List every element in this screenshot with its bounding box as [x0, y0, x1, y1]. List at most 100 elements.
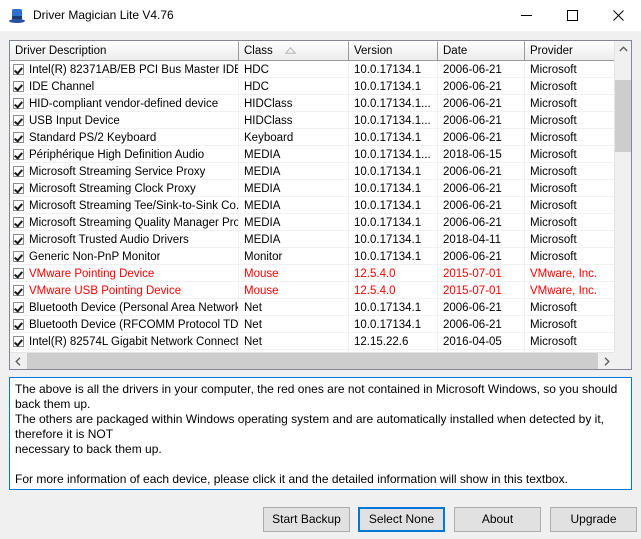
cell-provider: Microsoft — [525, 316, 615, 333]
table-row[interactable]: Bluetooth Device (RFCOMM Protocol TDI) Ne… — [10, 316, 615, 333]
cell-date: 2016-04-05 — [438, 333, 525, 350]
cell-provider: Microsoft — [525, 78, 615, 95]
row-checkbox[interactable] — [13, 64, 24, 75]
cell-provider: Microsoft — [525, 248, 615, 265]
table-row[interactable]: Standard PS/2 Keyboard Keyboard 10.0.17134… — [10, 129, 615, 146]
row-checkbox[interactable] — [13, 200, 24, 211]
about-button[interactable]: About — [454, 507, 541, 532]
row-checkbox[interactable] — [13, 319, 24, 330]
column-header-class-label: Class — [244, 45, 273, 57]
cell-date: 2015-07-01 — [438, 265, 525, 282]
cell-version: 12.5.4.0 — [349, 282, 438, 299]
table-row[interactable]: Microsoft Streaming Service Proxy MEDIA 10… — [10, 163, 615, 180]
start-backup-button[interactable]: Start Backup — [263, 507, 350, 532]
cell-description: Microsoft Streaming Tee/Sink-to-Sink Co.… — [10, 197, 239, 214]
cell-class: Keyboard — [239, 129, 349, 146]
cell-provider: Microsoft — [525, 146, 615, 163]
column-header-date[interactable]: Date — [438, 41, 525, 61]
cell-class: HDC — [239, 78, 349, 95]
row-description-label: Intel(R) 82574L Gigabit Network Connecti… — [29, 335, 238, 348]
cell-description: Intel(R) 82574L Gigabit Network Connecti… — [10, 333, 239, 350]
row-checkbox[interactable] — [13, 285, 24, 296]
table-row[interactable]: VMware Pointing Device Mouse 12.5.4.0 2015-… — [10, 265, 615, 282]
table-row[interactable]: Intel(R) 82371AB/EB PCI Bus Master IDE..… — [10, 61, 615, 78]
row-description-label: VMware USB Pointing Device — [29, 284, 182, 297]
info-line-1: The above is all the drivers in your com… — [15, 382, 618, 411]
cell-date: 2006-06-21 — [438, 214, 525, 231]
cell-version: 10.0.17134.1 — [349, 163, 438, 180]
cell-provider: Microsoft — [525, 61, 615, 78]
cell-class: Mouse — [239, 265, 349, 282]
cell-description: Microsoft Streaming Quality Manager Prox… — [10, 214, 239, 231]
table-row[interactable]: Microsoft Streaming Tee/Sink-to-Sink Co.… — [10, 197, 615, 214]
row-checkbox[interactable] — [13, 336, 24, 347]
row-description-label: Microsoft Streaming Clock Proxy — [29, 182, 196, 195]
row-checkbox[interactable] — [13, 149, 24, 160]
table-row[interactable]: Microsoft Streaming Clock Proxy MEDIA 10.0… — [10, 180, 615, 197]
cell-provider: Microsoft — [525, 95, 615, 112]
driver-list[interactable]: Driver Description Class Version Date Pr… — [9, 40, 632, 370]
minimize-button[interactable] — [503, 0, 549, 31]
row-checkbox[interactable] — [13, 132, 24, 143]
cell-class: MEDIA — [239, 163, 349, 180]
cell-description: HID-compliant vendor-defined device — [10, 95, 239, 112]
scroll-left-icon[interactable] — [10, 353, 27, 369]
top-hat-icon — [9, 8, 25, 24]
cell-class: MEDIA — [239, 231, 349, 248]
upgrade-button[interactable]: Upgrade — [550, 507, 637, 532]
cell-class: MEDIA — [239, 146, 349, 163]
row-checkbox[interactable] — [13, 268, 24, 279]
cell-class: HDC — [239, 61, 349, 78]
title-bar: Driver Magician Lite V4.76 — [0, 0, 641, 31]
table-row[interactable]: Périphérique High Definition Audio MEDIA 1… — [10, 146, 615, 163]
horizontal-scrollbar[interactable] — [10, 352, 615, 369]
table-row[interactable]: VMware USB Pointing Device Mouse 12.5.4.0 2… — [10, 282, 615, 299]
row-description-label: Bluetooth Device (RFCOMM Protocol TDI) — [29, 318, 238, 331]
row-checkbox[interactable] — [13, 251, 24, 262]
cell-description: Périphérique High Definition Audio — [10, 146, 239, 163]
table-row[interactable]: IDE Channel HDC 10.0.17134.1 2006-06-21 Micr… — [10, 78, 615, 95]
row-checkbox[interactable] — [13, 217, 24, 228]
scroll-up-icon[interactable] — [615, 41, 631, 58]
info-textbox[interactable]: The above is all the drivers in your com… — [9, 377, 632, 490]
cell-version: 10.0.17134.1... — [349, 112, 438, 129]
row-checkbox[interactable] — [13, 183, 24, 194]
column-header-class[interactable]: Class — [239, 41, 349, 61]
row-checkbox[interactable] — [13, 98, 24, 109]
column-header-provider[interactable]: Provider — [525, 41, 615, 61]
vertical-scrollbar[interactable] — [614, 41, 631, 369]
cell-description: Bluetooth Device (RFCOMM Protocol TDI) — [10, 316, 239, 333]
table-row[interactable]: USB Input Device HIDClass 10.0.17134.1... 2… — [10, 112, 615, 129]
cell-provider: Microsoft — [525, 129, 615, 146]
maximize-button[interactable] — [549, 0, 595, 31]
scroll-right-icon[interactable] — [598, 353, 615, 369]
row-checkbox[interactable] — [13, 234, 24, 245]
cell-provider: Microsoft — [525, 112, 615, 129]
cell-provider: Microsoft — [525, 333, 615, 350]
cell-description: IDE Channel — [10, 78, 239, 95]
close-button[interactable] — [595, 0, 641, 31]
cell-version: 10.0.17134.1 — [349, 129, 438, 146]
cell-date: 2006-06-21 — [438, 61, 525, 78]
vertical-scrollbar-thumb[interactable] — [615, 80, 631, 152]
select-none-button[interactable]: Select None — [358, 507, 445, 532]
table-row[interactable]: Bluetooth Device (Personal Area Network)… — [10, 299, 615, 316]
row-checkbox[interactable] — [13, 115, 24, 126]
table-row[interactable]: Generic Non-PnP Monitor Monitor 10.0.17134… — [10, 248, 615, 265]
table-row[interactable]: Intel(R) 82574L Gigabit Network Connecti… — [10, 333, 615, 350]
table-row[interactable]: Microsoft Streaming Quality Manager Prox… — [10, 214, 615, 231]
cell-date: 2006-06-21 — [438, 248, 525, 265]
row-description-label: HID-compliant vendor-defined device — [29, 97, 219, 110]
column-header-description[interactable]: Driver Description — [10, 41, 239, 61]
cell-description: Standard PS/2 Keyboard — [10, 129, 239, 146]
table-row[interactable]: HID-compliant vendor-defined device HIDCl… — [10, 95, 615, 112]
row-checkbox[interactable] — [13, 81, 24, 92]
row-checkbox[interactable] — [13, 166, 24, 177]
driver-list-viewport: Driver Description Class Version Date Pr… — [10, 41, 615, 369]
horizontal-scrollbar-thumb[interactable] — [27, 353, 598, 369]
column-header-version[interactable]: Version — [349, 41, 438, 61]
table-row[interactable]: Microsoft Trusted Audio Drivers MEDIA 10.0… — [10, 231, 615, 248]
cell-provider: Microsoft — [525, 197, 615, 214]
row-checkbox[interactable] — [13, 302, 24, 313]
row-description-label: Microsoft Trusted Audio Drivers — [29, 233, 189, 246]
